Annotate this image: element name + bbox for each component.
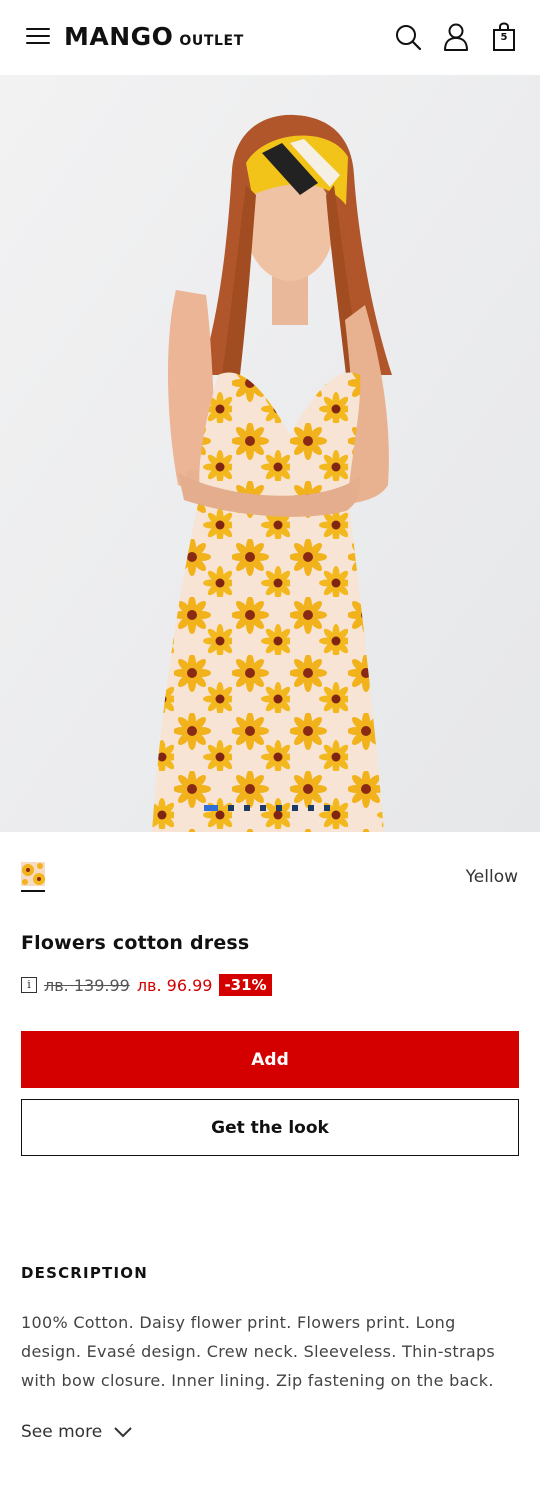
bag-count: 5 xyxy=(500,32,508,43)
gallery-dot[interactable] xyxy=(228,805,234,811)
gallery-dot[interactable] xyxy=(260,805,266,811)
gallery-dot[interactable] xyxy=(324,805,330,811)
gallery-dot[interactable] xyxy=(276,805,282,811)
color-swatch-yellow[interactable] xyxy=(21,862,45,886)
description-heading: DESCRIPTION xyxy=(21,1264,148,1282)
brand-sub: OUTLET xyxy=(179,33,244,49)
user-icon[interactable] xyxy=(442,22,470,52)
get-the-look-button[interactable]: Get the look xyxy=(21,1099,519,1156)
search-icon[interactable] xyxy=(394,22,422,52)
bag-icon[interactable]: 5 xyxy=(490,22,518,52)
sale-price: лв. 96.99 xyxy=(136,975,213,995)
info-icon[interactable]: i xyxy=(21,977,37,993)
chevron-down-icon xyxy=(114,1427,132,1438)
brand-logo[interactable]: MANGO OUTLET xyxy=(64,22,244,52)
top-bar: MANGO OUTLET 5 xyxy=(0,0,540,75)
original-price: лв. 139.99 xyxy=(44,975,130,995)
product-title: Flowers cotton dress xyxy=(21,932,250,954)
price-row: i лв. 139.99 лв. 96.99 -31% xyxy=(21,974,272,996)
add-to-bag-button[interactable]: Add xyxy=(21,1031,519,1088)
gallery-dots xyxy=(204,805,330,811)
product-photo-illustration xyxy=(0,75,540,832)
menu-icon[interactable] xyxy=(26,28,50,46)
gallery-dot[interactable] xyxy=(292,805,298,811)
discount-badge: -31% xyxy=(219,974,272,996)
product-image[interactable] xyxy=(0,75,540,832)
see-more-button[interactable]: See more xyxy=(21,1420,132,1444)
gallery-dot[interactable] xyxy=(308,805,314,811)
selected-color-indicator xyxy=(21,890,45,892)
brand-name: MANGO xyxy=(64,22,174,51)
color-name: Yellow xyxy=(465,867,518,887)
gallery-dot[interactable] xyxy=(204,805,218,811)
see-more-label: See more xyxy=(21,1422,103,1442)
gallery-dot[interactable] xyxy=(244,805,250,811)
description-text: 100% Cotton. Daisy flower print. Flowers… xyxy=(21,1313,496,1390)
